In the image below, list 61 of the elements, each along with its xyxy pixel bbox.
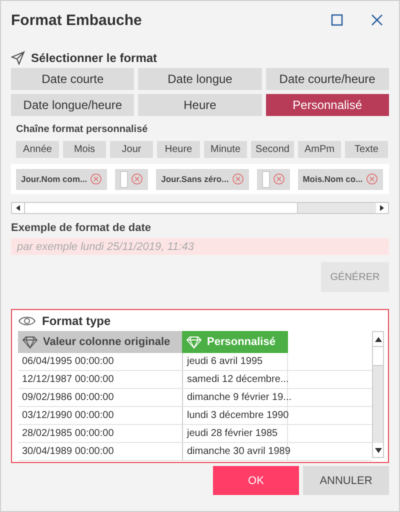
format-part-button[interactable]: Année (16, 141, 59, 158)
remove-icon[interactable] (90, 173, 102, 185)
remove-icon[interactable] (366, 173, 378, 185)
table-cell-text: 09/02/1986 00:00:00 (21, 391, 115, 405)
format-option-button[interactable]: Date longue (138, 68, 262, 90)
format-token[interactable]: Jour.Sans zéro... (156, 168, 249, 190)
remove-icon[interactable] (272, 173, 285, 185)
format-option-button[interactable]: Heure (138, 94, 262, 116)
table-cell: jeudi 6 avril 1995 (182, 353, 288, 370)
format-part-button[interactable]: Heure (157, 141, 200, 158)
paper-plane-icon (11, 51, 25, 65)
scrollbar-thumb[interactable] (373, 346, 383, 366)
vertical-scrollbar[interactable] (372, 331, 384, 458)
table-cell: jeudi 28 février 1985 (182, 425, 288, 442)
remove-icon[interactable] (131, 173, 144, 185)
scroll-right-icon[interactable] (376, 203, 388, 213)
table-cell-text: 12/12/1987 00:00:00 (21, 373, 115, 387)
scrollbar-thumb[interactable] (24, 203, 298, 213)
close-icon[interactable] (371, 14, 383, 26)
scroll-up-icon[interactable] (373, 332, 383, 346)
format-part-button[interactable]: AmPm (298, 141, 341, 158)
horizontal-scrollbar[interactable] (11, 202, 389, 214)
custom-format-label: Chaîne format personnalisé (16, 124, 149, 135)
scroll-left-icon[interactable] (12, 203, 24, 213)
format-token[interactable]: Mois.Nom co... (298, 168, 383, 190)
space-token[interactable] (115, 168, 148, 190)
table-cell: samedi 12 décembre... (182, 371, 288, 388)
format-part-button[interactable]: Texte (345, 141, 388, 158)
token-label: Mois.Nom co... (302, 174, 363, 184)
format-option-button[interactable]: Date courte/heure (266, 68, 389, 90)
maximize-icon[interactable] (331, 14, 343, 26)
section-title: Sélectionner le format (31, 51, 158, 65)
table-cell-text: 06/04/1995 00:00:00 (21, 355, 115, 369)
cancel-button[interactable]: ANNULER (303, 466, 389, 495)
example-label: Exemple de format de date (11, 222, 152, 234)
table-cell-text: 30/04/1989 00:00:00 (21, 445, 115, 459)
eye-icon (18, 315, 36, 327)
window-title: Format Embauche (11, 12, 142, 28)
format-option-button[interactable]: Personnalisé (266, 94, 389, 116)
example-input-field[interactable]: par exemple lundi 25/11/2019, 11:43 (11, 238, 389, 255)
format-part-button[interactable]: Second (251, 141, 294, 158)
table-cell: dimanche 30 avril 1989 (182, 443, 288, 460)
format-part-button[interactable]: Minute (204, 141, 247, 158)
table-cell-text: 03/12/1990 00:00:00 (21, 409, 115, 423)
format-option-button[interactable]: Date courte (11, 68, 134, 90)
section-title: Format type (42, 314, 111, 328)
gem-icon (186, 336, 202, 348)
column-title: Personnalisé (207, 336, 276, 348)
token-label: Jour.Sans zéro... (161, 174, 229, 184)
token-label: Jour.Nom com... (21, 174, 88, 184)
space-token[interactable] (256, 168, 290, 190)
gem-icon (22, 336, 38, 348)
table-cell: lundi 3 décembre 1990 (182, 407, 288, 424)
table-cell-text: 28/02/1985 00:00:00 (21, 427, 115, 441)
format-option-button[interactable]: Date longue/heure (11, 94, 134, 116)
format-part-button[interactable]: Mois (63, 141, 106, 158)
column-title: Valeur colonne originale (43, 336, 170, 348)
remove-icon[interactable] (232, 173, 244, 185)
format-part-button[interactable]: Jour (110, 141, 153, 158)
format-token[interactable]: Jour.Nom com... (16, 168, 108, 190)
scroll-down-icon[interactable] (373, 443, 383, 457)
